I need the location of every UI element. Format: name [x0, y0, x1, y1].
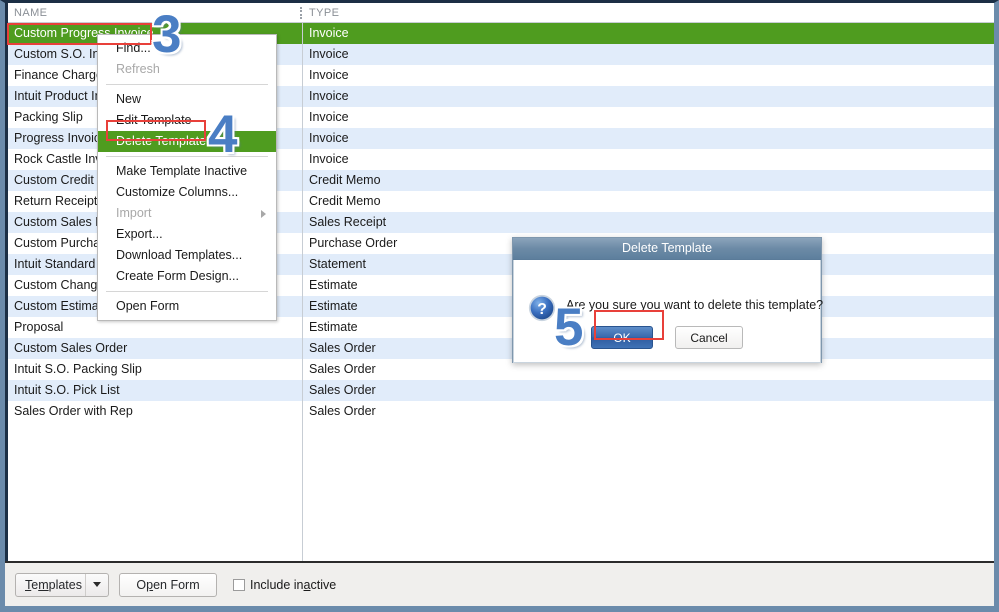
- row-cell-type: Invoice: [309, 89, 349, 103]
- question-icon: ?: [528, 294, 556, 322]
- table-row[interactable]: Intuit S.O. Pick List Sales Order: [5, 380, 994, 401]
- templates-dropdown-button[interactable]: Templates: [15, 572, 109, 597]
- row-cell-type: Sales Receipt: [309, 215, 387, 229]
- table-row[interactable]: Sales Order with Rep Sales Order: [5, 401, 994, 422]
- menu-item-make-template-inactive[interactable]: Make Template Inactive: [98, 161, 276, 182]
- row-cell-type: Invoice: [309, 68, 349, 82]
- context-menu: Find... Refresh New Edit Template Delete Tem…: [97, 34, 277, 321]
- dialog-title: Delete Template: [513, 238, 821, 260]
- open-form-label: Open Form: [136, 577, 200, 592]
- menu-item-create-form-design[interactable]: Create Form Design...: [98, 266, 276, 287]
- menu-separator: [106, 156, 268, 157]
- table-row[interactable]: Custom Sales Order Sales Order: [5, 338, 994, 359]
- menu-item-find[interactable]: Find...: [98, 38, 276, 59]
- delete-template-dialog: Delete Template ? Are you sure you want …: [512, 237, 824, 363]
- row-cell-type: Sales Order: [309, 404, 376, 418]
- menu-item-import: Import: [98, 203, 276, 224]
- column-divider: [302, 23, 303, 561]
- list-left-rail: [5, 3, 8, 561]
- open-form-button[interactable]: Open Form: [119, 572, 217, 597]
- checkbox-box-icon[interactable]: [233, 578, 245, 591]
- menu-item-label: Delete Template: [116, 134, 207, 148]
- menu-item-label: Import: [116, 206, 152, 220]
- menu-item-download-templates[interactable]: Download Templates...: [98, 245, 276, 266]
- table-row[interactable]: Intuit S.O. Packing Slip Sales Order: [5, 359, 994, 380]
- menu-item-open-form[interactable]: Open Form: [98, 296, 276, 317]
- menu-item-label: Create Form Design...: [116, 269, 239, 283]
- bottom-toolbar: Templates Open Form Include inactive: [5, 563, 994, 606]
- menu-item-delete-template[interactable]: Delete Template: [98, 131, 276, 152]
- dialog-cancel-button[interactable]: Cancel: [675, 326, 743, 349]
- row-cell-type: Invoice: [309, 152, 349, 166]
- dialog-ok-button[interactable]: OK: [591, 326, 653, 349]
- include-inactive-label: Include inactive: [250, 577, 337, 592]
- dialog-body: ? Are you sure you want to delete this t…: [513, 260, 824, 363]
- menu-item-label: Open Form: [116, 299, 180, 313]
- menu-item-export[interactable]: Export...: [98, 224, 276, 245]
- menu-item-new[interactable]: New: [98, 89, 276, 110]
- row-cell-type: Invoice: [309, 131, 349, 145]
- row-cell-type: Credit Memo: [309, 194, 381, 208]
- column-header-name[interactable]: NAME: [14, 7, 47, 19]
- menu-item-label: Make Template Inactive: [116, 164, 248, 178]
- column-header-type[interactable]: TYPE: [309, 7, 339, 19]
- submenu-arrow-icon: [261, 209, 266, 218]
- menu-item-label: Customize Columns...: [116, 185, 239, 199]
- menu-item-label: Download Templates...: [116, 248, 243, 262]
- menu-item-label: Refresh: [116, 62, 160, 76]
- menu-item-label: New: [116, 92, 142, 106]
- row-cell-name: Custom Sales Order: [14, 341, 128, 355]
- chevron-down-icon[interactable]: [85, 573, 108, 596]
- menu-item-edit-template[interactable]: Edit Template: [98, 110, 276, 131]
- row-cell-type: Credit Memo: [309, 173, 381, 187]
- menu-separator: [106, 291, 268, 292]
- dialog-message: Are you sure you want to delete this tem…: [566, 298, 824, 312]
- row-cell-type: Invoice: [309, 47, 349, 61]
- menu-item-label: Export...: [116, 227, 163, 241]
- svg-text:?: ?: [537, 301, 547, 318]
- row-cell-name: Sales Order with Rep: [14, 404, 133, 418]
- menu-item-label: Edit Template: [116, 113, 192, 127]
- row-cell-type: Invoice: [309, 26, 349, 40]
- templates-window: NAME TYPE Custom Progress Invoice Invoice…: [0, 0, 999, 612]
- menu-item-customize-columns[interactable]: Customize Columns...: [98, 182, 276, 203]
- row-cell-type: Invoice: [309, 110, 349, 124]
- menu-item-label: Find...: [116, 41, 151, 55]
- row-cell-name: Intuit S.O. Pick List: [14, 383, 120, 397]
- templates-dropdown-label: Templates: [25, 577, 82, 592]
- column-resize-grip-icon[interactable]: [300, 7, 302, 19]
- row-cell-type: Sales Order: [309, 383, 376, 397]
- row-cell-name: Intuit S.O. Packing Slip: [14, 362, 142, 376]
- include-inactive-checkbox[interactable]: Include inactive: [233, 578, 336, 592]
- dialog-button-row: OK Cancel: [514, 326, 820, 349]
- menu-item-refresh: Refresh: [98, 59, 276, 80]
- menu-separator: [106, 84, 268, 85]
- list-column-header: NAME TYPE: [5, 3, 994, 23]
